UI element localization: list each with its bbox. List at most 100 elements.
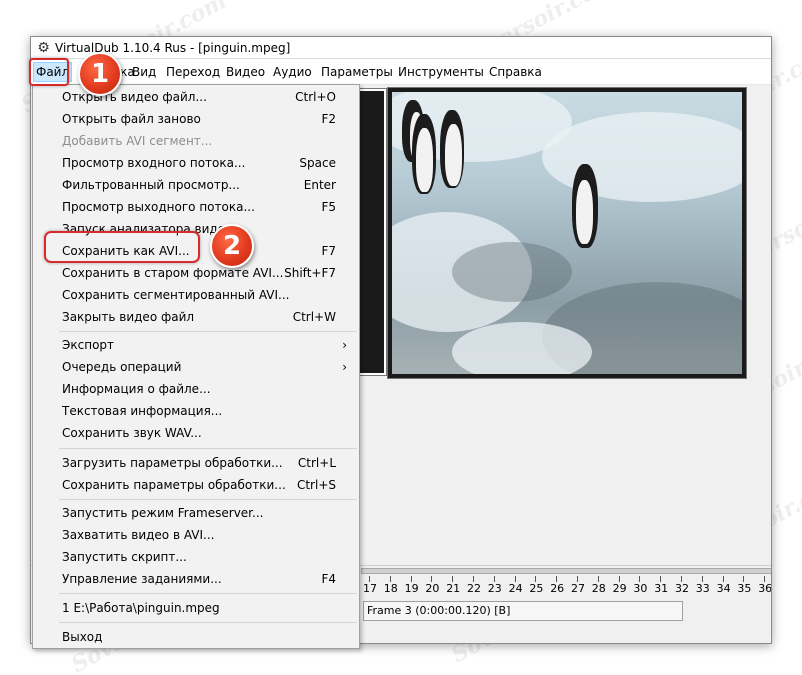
gear-icon[interactable]: ⚙ [35, 40, 52, 56]
menu-item-label: Фильтрованный просмотр... [62, 178, 240, 192]
timeline-tick-label: 27 [571, 582, 585, 595]
timeline-tick-label: 30 [633, 582, 648, 595]
menu-item-label: Информация о файле... [62, 382, 211, 396]
menu-video[interactable]: Видео [226, 64, 265, 80]
menu-item-label: Запустить режим Frameserver... [62, 506, 264, 520]
menu-item-recent-file[interactable]: 1 E:\Работа\pinguin.mpeg [33, 597, 359, 619]
timeline-tick-label: 31 [654, 582, 669, 595]
menu-item-exit[interactable]: Выход [33, 626, 359, 648]
timeline-tick-label: 35 [737, 582, 752, 595]
timeline-tick-label: 36 [758, 582, 772, 595]
timeline-tick-label: 20 [425, 582, 440, 595]
menu-options[interactable]: Параметры [321, 64, 393, 80]
ice-highlight [452, 322, 592, 374]
menu-item-save-old-avi[interactable]: Сохранить в старом формате AVI... Shift+F… [33, 262, 359, 284]
menu-item-shortcut: Ctrl+O [295, 90, 336, 104]
menu-separator [59, 448, 357, 449]
timeline-tick-label: 23 [487, 582, 502, 595]
menu-item-text-info[interactable]: Текстовая информация... [33, 400, 359, 422]
timeline-tick-label: 18 [383, 582, 398, 595]
menu-item-shortcut: Ctrl+S [296, 478, 336, 492]
menu-item-label: Сохранить сегментированный AVI... [62, 288, 290, 302]
menu-item-shortcut: Ctrl+W [292, 310, 336, 324]
timeline-tick-label: 24 [508, 582, 523, 595]
menu-item-preview-filtered[interactable]: Фильтрованный просмотр... Enter [33, 174, 359, 196]
menu-item-label: Текстовая информация... [62, 404, 223, 418]
menu-item-label: Просмотр выходного потока... [62, 200, 255, 214]
menu-item-label: Сохранить параметры обработки... [62, 478, 286, 492]
menu-item-label: Управление заданиями... [62, 572, 222, 586]
menu-item-export[interactable]: Экспорт › [33, 334, 359, 356]
output-video-pane [387, 87, 747, 379]
timeline-tick-label: 29 [612, 582, 627, 595]
submenu-arrow-icon: › [342, 338, 347, 352]
menu-item-save-wav[interactable]: Сохранить звук WAV... [33, 422, 359, 444]
step-badge-1: 1 [78, 52, 122, 96]
menu-item-shortcut: F7 [321, 244, 336, 258]
menu-bar: Файл Правка Вид Переход Видео Аудио Пара… [31, 59, 771, 85]
menu-item-shortcut: Space [299, 156, 336, 170]
menu-item-shortcut: F5 [321, 200, 336, 214]
menu-item-job-control[interactable]: Управление заданиями... F4 [33, 568, 359, 590]
menu-item-save-segmented[interactable]: Сохранить сегментированный AVI... [33, 284, 359, 306]
menu-item-append-avi: Добавить AVI сегмент... [33, 130, 359, 152]
menu-item-label: Открыть файл заново [62, 112, 201, 126]
menu-audio[interactable]: Аудио [273, 64, 312, 80]
menu-item-label: Очередь операций [62, 360, 182, 374]
menu-help[interactable]: Справка [489, 64, 542, 80]
timeline-tick-label: 26 [550, 582, 565, 595]
highlight-file-menu [29, 58, 69, 86]
menu-item-label: Выход [62, 630, 103, 644]
input-video-pane [355, 88, 387, 376]
menu-item-shortcut: F2 [321, 112, 336, 126]
menu-item-preview-output[interactable]: Просмотр выходного потока... F5 [33, 196, 359, 218]
menu-go[interactable]: Переход [166, 64, 220, 80]
menu-separator [59, 331, 357, 332]
timeline-tick-label: 19 [404, 582, 419, 595]
timeline-tick-label: 32 [675, 582, 689, 595]
menu-item-run-script[interactable]: Запустить скрипт... [33, 546, 359, 568]
menu-item-label: Добавить AVI сегмент... [62, 134, 213, 148]
menu-item-label: Сохранить звук WAV... [62, 426, 202, 440]
menu-item-close-video[interactable]: Закрыть видео файл Ctrl+W [33, 306, 359, 328]
menu-item-shortcut: Enter [303, 178, 336, 192]
menu-tools[interactable]: Инструменты [398, 64, 484, 80]
menu-item-job-queue[interactable]: Очередь операций › [33, 356, 359, 378]
video-frame [392, 92, 742, 374]
menu-item-reopen[interactable]: Открыть файл заново F2 [33, 108, 359, 130]
menu-item-label: Сохранить в старом формате AVI... [62, 266, 284, 280]
menu-item-save-settings[interactable]: Сохранить параметры обработки... Ctrl+S [33, 474, 359, 496]
menu-item-label: Экспорт [62, 338, 115, 352]
menu-item-file-info[interactable]: Информация о файле... [33, 378, 359, 400]
menu-item-open-video[interactable]: Открыть видео файл... Ctrl+O [33, 86, 359, 108]
timeline-tick-label: 21 [446, 582, 461, 595]
title-bar: ⚙ VirtualDub 1.10.4 Rus - [pinguin.mpeg] [31, 37, 771, 59]
highlight-save-as-avi [44, 231, 200, 263]
timeline-tick-label: 34 [716, 582, 731, 595]
menu-separator [59, 593, 357, 594]
frame-readout: Frame 3 (0:00:00.120) [B] [363, 601, 683, 621]
menu-separator [59, 622, 357, 623]
menu-item-label: Закрыть видео файл [62, 310, 195, 324]
timeline-tick-label: 25 [529, 582, 544, 595]
file-menu-dropdown: Открыть видео файл... Ctrl+O Открыть файл… [32, 84, 360, 649]
menu-item-label: Просмотр входного потока... [62, 156, 246, 170]
timeline-tick-label: 17 [363, 582, 377, 595]
menu-item-load-settings[interactable]: Загрузить параметры обработки... Ctrl+L [33, 452, 359, 474]
menu-item-frameserver[interactable]: Запустить режим Frameserver... [33, 502, 359, 524]
menu-view[interactable]: Вид [132, 64, 156, 80]
timeline-track[interactable] [361, 568, 771, 574]
wet-ice-shadow [452, 242, 572, 302]
submenu-arrow-icon: › [342, 360, 347, 374]
timeline-tick-label: 28 [591, 582, 606, 595]
menu-item-shortcut: Shift+F7 [284, 266, 336, 280]
menu-item-shortcut: F4 [321, 572, 336, 586]
screenshot-stage: Sovingpersoir.comSovingpersoir.comSoving… [0, 0, 802, 675]
menu-item-capture-avi[interactable]: Захватить видео в AVI... [33, 524, 359, 546]
step-badge-2: 2 [210, 224, 254, 268]
timeline-tick-label: 22 [467, 582, 481, 595]
timeline-tick-label: 33 [695, 582, 710, 595]
menu-item-label: Загрузить параметры обработки... [62, 456, 283, 470]
menu-item-preview-input[interactable]: Просмотр входного потока... Space [33, 152, 359, 174]
menu-item-label: Захватить видео в AVI... [62, 528, 215, 542]
